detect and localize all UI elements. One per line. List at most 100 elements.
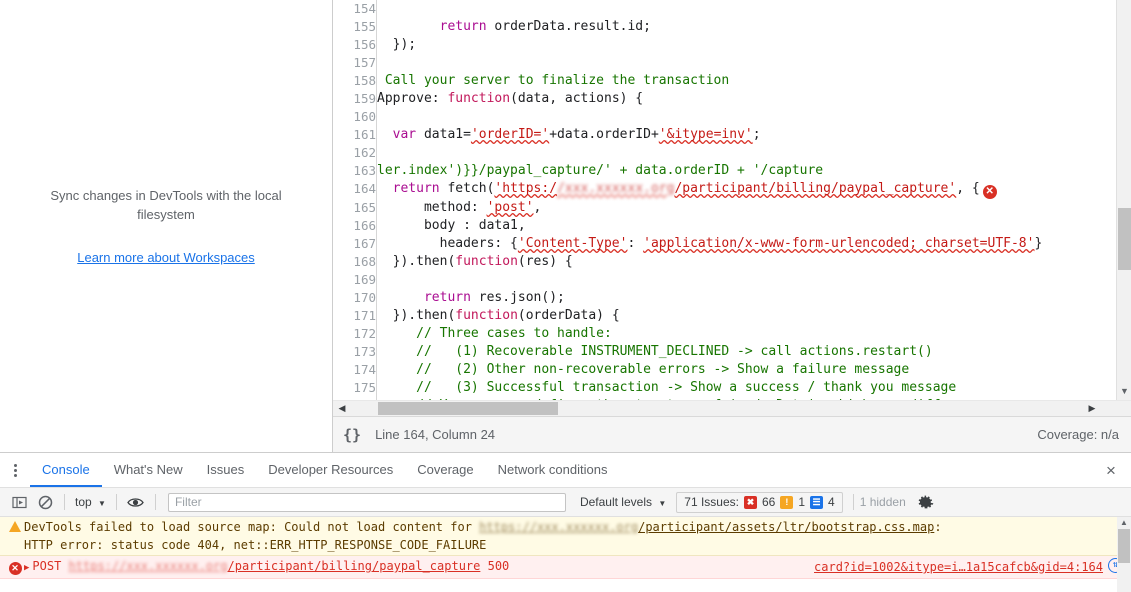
code-line-content[interactable]: return res.json(); bbox=[377, 289, 1117, 307]
line-number[interactable]: 165 bbox=[333, 199, 377, 217]
gear-icon[interactable] bbox=[916, 492, 936, 512]
code-scroll-area[interactable]: 154 155 return orderData.result.id; 156 }… bbox=[333, 0, 1116, 400]
code-line-content[interactable] bbox=[377, 54, 1117, 72]
editor-horizontal-scrollbar[interactable]: ◀ ▶ bbox=[333, 400, 1131, 416]
drawer-tab-developer-resources[interactable]: Developer Resources bbox=[256, 453, 405, 487]
code-line-content[interactable] bbox=[377, 0, 1117, 18]
drawer-tab-coverage[interactable]: Coverage bbox=[405, 453, 485, 487]
code-line-content[interactable]: var data1='orderID='+data.orderID+'&ityp… bbox=[377, 126, 1117, 144]
message-source-link[interactable]: card?id=1002&itype=i…1a15cafcb&gid=4:164 bbox=[814, 558, 1103, 576]
drawer-tab-network-conditions[interactable]: Network conditions bbox=[486, 453, 620, 487]
code-token: fetch( bbox=[439, 181, 495, 196]
line-number[interactable]: 162 bbox=[333, 144, 377, 162]
code-line-content[interactable]: }).then(function(res) { bbox=[377, 253, 1117, 271]
code-token: // (3) Successful transaction -> Show a … bbox=[377, 380, 957, 395]
line-number[interactable]: 174 bbox=[333, 361, 377, 379]
code-line-content[interactable]: Call your server to finalize the transac… bbox=[377, 72, 1117, 90]
code-line-content[interactable]: method: 'post', bbox=[377, 199, 1117, 217]
console-message-list[interactable]: DevTools failed to load source map: Coul… bbox=[0, 517, 1131, 592]
code-line-content[interactable]: // (1) Recoverable INSTRUMENT_DECLINED -… bbox=[377, 343, 1117, 361]
line-number[interactable]: 159 bbox=[333, 90, 377, 108]
redacted-url-text[interactable]: https://xxx.xxxxxx.org bbox=[479, 520, 638, 534]
code-line-content[interactable] bbox=[377, 108, 1117, 126]
code-line: 167 headers: {'Content-Type': 'applicati… bbox=[333, 235, 1116, 253]
line-number[interactable]: 156 bbox=[333, 36, 377, 54]
live-expression-eye-icon[interactable] bbox=[123, 490, 149, 514]
log-levels-selector[interactable]: Default levels ▼ bbox=[580, 495, 666, 509]
code-viewport[interactable]: 154 155 return orderData.result.id; 156 }… bbox=[333, 0, 1131, 400]
console-vertical-scrollbar[interactable]: ▲ bbox=[1117, 517, 1131, 592]
more-options-kebab-icon[interactable] bbox=[4, 457, 26, 483]
line-number[interactable]: 158 bbox=[333, 72, 377, 90]
inline-error-icon[interactable]: ✕ bbox=[982, 185, 997, 199]
line-number[interactable]: 167 bbox=[333, 235, 377, 253]
scroll-down-arrow-icon[interactable]: ▼ bbox=[1117, 384, 1131, 398]
editor-vertical-scrollbar[interactable]: ▼ bbox=[1116, 0, 1131, 400]
line-number[interactable]: 161 bbox=[333, 126, 377, 144]
close-drawer-icon[interactable]: × bbox=[1101, 461, 1121, 481]
editor-vscroll-thumb[interactable] bbox=[1118, 208, 1131, 270]
console-sidebar-icon[interactable] bbox=[6, 490, 32, 514]
line-number[interactable]: 173 bbox=[333, 343, 377, 361]
line-number[interactable]: 160 bbox=[333, 108, 377, 126]
line-number[interactable]: 157 bbox=[333, 54, 377, 72]
code-line: 159 Approve: function(data, actions) { bbox=[333, 90, 1116, 108]
line-number[interactable]: 163 bbox=[333, 162, 377, 180]
console-filter-input[interactable] bbox=[167, 492, 566, 512]
code-line-content[interactable]: Approve: function(data, actions) { bbox=[377, 90, 1117, 108]
source-map-url-link[interactable]: /participant/assets/ltr/bootstrap.css.ma… bbox=[638, 520, 934, 534]
code-line-content[interactable]: }).then(function(orderData) { bbox=[377, 307, 1117, 325]
code-line-content[interactable]: }); bbox=[377, 36, 1117, 54]
learn-more-workspaces-link[interactable]: Learn more about Workspaces bbox=[77, 250, 255, 265]
line-number[interactable]: 170 bbox=[333, 289, 377, 307]
code-line-content[interactable]: return orderData.result.id; bbox=[377, 18, 1117, 36]
console-error-message[interactable]: ✕ ▶ POST https://xxx.xxxxxx.org/participan… bbox=[0, 556, 1131, 579]
drawer-tab-what-s-new[interactable]: What's New bbox=[102, 453, 195, 487]
line-number[interactable]: 155 bbox=[333, 18, 377, 36]
code-line-content[interactable]: body : data1, bbox=[377, 217, 1117, 235]
warning-text: DevTools failed to load source map: Coul… bbox=[24, 520, 480, 534]
line-number[interactable]: 172 bbox=[333, 325, 377, 343]
code-line-content[interactable]: // (2) Other non-recoverable errors -> S… bbox=[377, 361, 1117, 379]
code-token: , { bbox=[956, 181, 980, 196]
code-token: }); bbox=[377, 37, 417, 52]
code-line: 169 bbox=[333, 271, 1116, 289]
pretty-print-braces-icon[interactable]: {} bbox=[343, 426, 361, 444]
toolbar-divider bbox=[64, 494, 65, 510]
code-line-content[interactable]: ler.index')}}/paypal_capture/' + data.or… bbox=[377, 162, 1117, 180]
request-url-link[interactable]: /participant/billing/paypal_capture bbox=[228, 559, 481, 573]
editor-hscroll-thumb[interactable] bbox=[378, 402, 558, 415]
toolbar-divider bbox=[115, 494, 117, 510]
redacted-url-text[interactable]: https://xxx.xxxxxx.org bbox=[69, 559, 228, 573]
line-number[interactable]: 166 bbox=[333, 217, 377, 235]
scroll-right-arrow-icon[interactable]: ▶ bbox=[1085, 401, 1099, 416]
scroll-up-arrow-icon[interactable]: ▲ bbox=[1117, 517, 1131, 529]
line-number[interactable]: 164 bbox=[333, 180, 377, 199]
execution-context-selector[interactable]: top ▼ bbox=[71, 495, 110, 509]
drawer-tab-console[interactable]: Console bbox=[30, 453, 102, 487]
code-line-content[interactable]: // Three cases to handle: bbox=[377, 325, 1117, 343]
line-number[interactable]: 175 bbox=[333, 379, 377, 397]
console-vscroll-thumb[interactable] bbox=[1118, 529, 1130, 563]
code-token: (orderData) { bbox=[517, 308, 620, 323]
line-number[interactable]: 171 bbox=[333, 307, 377, 325]
code-line: 168 }).then(function(res) { bbox=[333, 253, 1116, 271]
line-number[interactable]: 154 bbox=[333, 0, 377, 18]
code-line-content[interactable]: // (3) Successful transaction -> Show a … bbox=[377, 379, 1117, 397]
clear-console-icon[interactable] bbox=[32, 490, 58, 514]
code-token: : bbox=[627, 236, 644, 251]
drawer-tab-issues[interactable]: Issues bbox=[195, 453, 257, 487]
console-warning-message[interactable]: DevTools failed to load source map: Coul… bbox=[0, 517, 1131, 556]
line-number[interactable]: 169 bbox=[333, 271, 377, 289]
code-line-content[interactable]: headers: {'Content-Type': 'application/x… bbox=[377, 235, 1117, 253]
code-token: var bbox=[392, 127, 417, 142]
line-number[interactable]: 168 bbox=[333, 253, 377, 271]
code-line-content[interactable] bbox=[377, 144, 1117, 162]
navigator-empty-message: Sync changes in DevTools with the local … bbox=[50, 188, 282, 222]
code-line: 172 // Three cases to handle: bbox=[333, 325, 1116, 343]
code-line-content[interactable] bbox=[377, 271, 1117, 289]
issues-counter-button[interactable]: 71 Issues: ✖ 66 ! 1 ☰ 4 bbox=[676, 491, 843, 513]
scroll-left-arrow-icon[interactable]: ◀ bbox=[335, 401, 349, 416]
code-line-content[interactable]: return fetch('https://xxx.xxxxxx.org/par… bbox=[377, 180, 1117, 199]
http-method-label: POST bbox=[32, 559, 69, 573]
